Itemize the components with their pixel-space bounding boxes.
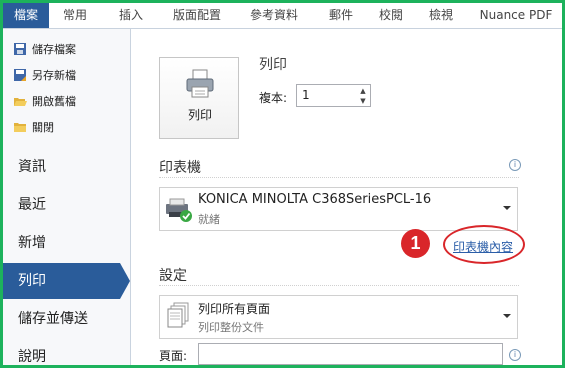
close-command[interactable]: 關閉 (13, 118, 54, 138)
print-range-subtitle: 列印整份文件 (198, 321, 264, 334)
divider (159, 177, 519, 178)
print-button-label: 列印 (187, 108, 212, 122)
tab-view[interactable]: 檢視 (421, 3, 461, 28)
tab-review[interactable]: 校閱 (371, 3, 411, 28)
info-icon[interactable]: i (509, 349, 521, 361)
open-label: 開啟舊檔 (32, 95, 76, 108)
ribbon-tabs: 檔案 常用 插入 版面配置 參考資料 郵件 校閱 檢視 Nuance PDF (3, 3, 562, 29)
copies-value: 1 (302, 88, 310, 102)
nav-recent[interactable]: 最近 (3, 187, 130, 223)
chevron-down-icon (503, 206, 511, 210)
open-command[interactable]: 開啟舊檔 (13, 92, 76, 112)
print-range-dropdown[interactable]: 列印所有頁面 列印整份文件 (159, 295, 518, 339)
spin-down-icon[interactable]: ▼ (358, 97, 368, 105)
printer-properties-link[interactable]: 印表機內容 (453, 238, 513, 255)
tab-mailings[interactable]: 郵件 (321, 3, 361, 28)
save-as-command[interactable]: 另存新檔 (13, 66, 76, 86)
settings-heading: 設定 (159, 268, 187, 284)
printer-status: 就緒 (198, 213, 220, 226)
save-icon (13, 42, 27, 56)
window-frame: 檔案 常用 插入 版面配置 參考資料 郵件 校閱 檢視 Nuance PDF 儲… (0, 0, 565, 368)
tab-nuance-pdf[interactable]: Nuance PDF (471, 3, 561, 28)
nav-help[interactable]: 說明 (3, 339, 130, 365)
close-folder-icon (13, 120, 27, 134)
tab-home[interactable]: 常用 (55, 3, 95, 28)
print-heading: 列印 (259, 57, 287, 73)
nav-new[interactable]: 新增 (3, 225, 130, 261)
divider (159, 285, 519, 286)
tab-references[interactable]: 參考資料 (243, 3, 305, 28)
info-icon[interactable]: i (509, 159, 521, 171)
close-label: 關閉 (32, 121, 54, 134)
printer-name: KONICA MINOLTA C368SeriesPCL-16 (198, 192, 432, 207)
print-range-title: 列印所有頁面 (198, 302, 271, 316)
print-panel: 列印 列印 複本: 1 ▲ ▼ 印表機 i KONICA MINOLTA C36… (131, 29, 562, 365)
backstage-sidebar: 儲存檔案 另存新檔 開啟舊檔 關閉 資訊 最近 新增 列印 儲存並傳送 說明 (3, 29, 131, 365)
nav-print[interactable]: 列印 (3, 263, 130, 299)
save-command[interactable]: 儲存檔案 (13, 40, 76, 60)
printer-dropdown[interactable]: KONICA MINOLTA C368SeriesPCL-16 就緒 (159, 187, 518, 231)
tab-file[interactable]: 檔案 (3, 3, 49, 28)
nav-save-send[interactable]: 儲存並傳送 (3, 301, 130, 337)
pages-label: 頁面: (159, 349, 188, 363)
open-folder-icon (13, 94, 27, 108)
print-button[interactable]: 列印 (159, 57, 239, 139)
save-as-icon (13, 68, 27, 82)
pages-input[interactable] (198, 343, 503, 365)
chevron-down-icon (503, 314, 511, 318)
printer-icon (184, 68, 216, 103)
tab-insert[interactable]: 插入 (111, 3, 151, 28)
tab-page-layout[interactable]: 版面配置 (166, 3, 228, 28)
copies-stepper[interactable]: 1 ▲ ▼ (296, 84, 371, 107)
printer-heading: 印表機 (159, 160, 201, 176)
step-number-badge: 1 (401, 229, 430, 258)
printer-ready-icon (164, 194, 194, 227)
save-label: 儲存檔案 (32, 43, 76, 56)
spin-up-icon[interactable]: ▲ (358, 87, 368, 95)
pages-icon (166, 302, 192, 335)
copies-label: 複本: (259, 91, 288, 105)
nav-info[interactable]: 資訊 (3, 149, 130, 185)
save-as-label: 另存新檔 (32, 69, 76, 82)
